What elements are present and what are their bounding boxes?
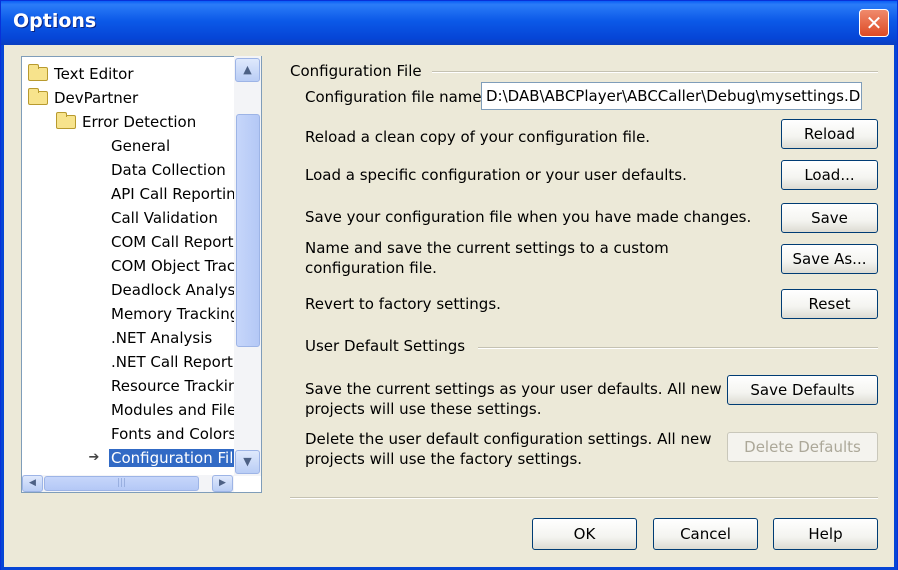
tree-item-label: .NET Call Reportii (111, 353, 234, 371)
reload-description: Reload a clean copy of your configuratio… (305, 128, 651, 146)
tree-item-net-call-reporting[interactable]: .NET Call Reportii (111, 350, 234, 374)
config-file-name-label: Configuration file name (305, 88, 482, 106)
tree-item-label: Text Editor (54, 65, 134, 83)
tree-item-label: Error Detection (82, 113, 197, 131)
tree-item-label: Call Validation (111, 209, 218, 227)
tree-item-net-analysis[interactable]: .NET Analysis (111, 326, 234, 350)
tree-item-com-object-tracking[interactable]: COM Object Trac (111, 254, 234, 278)
close-icon[interactable]: ✕ (859, 9, 889, 37)
tree-item-label: Memory Tracking (111, 305, 234, 323)
horizontal-scrollbar-thumb[interactable]: ||| (44, 476, 199, 491)
reload-button[interactable]: Reload (781, 119, 878, 149)
tree-item-resource-tracking[interactable]: Resource Trackin (111, 374, 234, 398)
delete-defaults-button[interactable]: Delete Defaults (727, 432, 878, 462)
scroll-up-icon[interactable]: ▲ (235, 58, 260, 82)
reset-button[interactable]: Reset (781, 289, 878, 319)
load-button[interactable]: Load... (781, 160, 878, 190)
save-as-description-line: Name and save the current settings to a … (305, 239, 669, 257)
tree-item-fonts-and-colors[interactable]: Fonts and Colors (111, 422, 234, 446)
config-file-name-field[interactable]: D:\DAB\ABCPlayer\ABCCaller\Debug\mysetti… (481, 82, 862, 110)
open-folder-icon (56, 112, 76, 129)
title-bar: Options ✕ (1, 1, 897, 45)
tree-item-label: Fonts and Colors (111, 425, 234, 443)
tree-item-label: COM Object Trac (111, 257, 234, 275)
tree-item-text-editor[interactable]: Text Editor (28, 62, 238, 86)
delete-defaults-description: Delete the user default configuration se… (305, 429, 725, 469)
group-divider (478, 347, 878, 349)
arrow-right-icon: ➔ (88, 450, 100, 465)
tree-item-api-call-reporting[interactable]: API Call Reportin (111, 182, 234, 206)
load-description: Load a specific configuration or your us… (305, 166, 687, 184)
scrollbar-thumb[interactable] (236, 114, 260, 347)
save-defaults-description-line: projects will use these settings. (305, 400, 542, 418)
dialog-title: Options (13, 10, 97, 32)
tree-item-general[interactable]: General (111, 134, 234, 158)
open-folder-icon (28, 88, 48, 105)
footer-divider (290, 497, 878, 499)
tree-item-label: Modules and Files (111, 401, 234, 419)
tree-item-call-validation[interactable]: Call Validation (111, 206, 234, 230)
save-button[interactable]: Save (781, 203, 878, 233)
save-as-button[interactable]: Save As... (781, 244, 878, 274)
tree-item-deadlock-analysis[interactable]: Deadlock Analysis (111, 278, 234, 302)
tree-item-label: Configuration File (109, 449, 234, 467)
tree-item-label: General (111, 137, 171, 155)
tree-item-label: Deadlock Analysis (111, 281, 234, 299)
ok-button[interactable]: OK (532, 518, 637, 550)
scroll-left-icon[interactable]: ◀ (22, 475, 43, 492)
tree-item-configuration-file[interactable]: Configuration File (109, 446, 234, 470)
save-defaults-description-line: Save the current settings as your user d… (305, 380, 722, 398)
tree-item-label: Resource Trackin (111, 377, 234, 395)
save-as-description: Name and save the current settings to a … (305, 238, 755, 278)
tree-item-label: DevPartner (54, 89, 139, 107)
scroll-right-icon[interactable]: ▶ (212, 475, 233, 492)
scroll-down-icon[interactable]: ▼ (235, 450, 260, 474)
tree-item-label: .NET Analysis (111, 329, 213, 347)
folder-icon (28, 64, 48, 81)
tree-item-devpartner[interactable]: DevPartner (28, 86, 238, 110)
save-defaults-description: Save the current settings as your user d… (305, 379, 725, 419)
save-description: Save your configuration file when you ha… (305, 208, 752, 226)
group-title-user-default-settings: User Default Settings (305, 337, 466, 355)
save-defaults-button[interactable]: Save Defaults (727, 375, 878, 405)
tree-item-label: COM Call Reportii (111, 233, 234, 251)
tree-item-error-detection[interactable]: Error Detection (56, 110, 241, 134)
tree-item-memory-tracking[interactable]: Memory Tracking (111, 302, 234, 326)
cancel-button[interactable]: Cancel (653, 518, 758, 550)
help-button[interactable]: Help (773, 518, 878, 550)
reset-description: Revert to factory settings. (305, 295, 501, 313)
tree-item-modules-and-files[interactable]: Modules and Files (111, 398, 234, 422)
delete-defaults-description-line: Delete the user default configuration se… (305, 430, 712, 448)
tree-item-com-call-reporting[interactable]: COM Call Reportii (111, 230, 234, 254)
tree-item-label: API Call Reportin (111, 185, 234, 203)
save-as-description-line: configuration file. (305, 259, 437, 277)
delete-defaults-description-line: projects will use the factory settings. (305, 450, 583, 468)
group-divider (432, 71, 878, 73)
tree-item-label: Data Collection (111, 161, 226, 179)
group-title-configuration-file: Configuration File (290, 62, 422, 80)
options-tree[interactable]: Text Editor DevPartner Error Detection G… (21, 56, 262, 493)
tree-item-data-collection[interactable]: Data Collection (111, 158, 234, 182)
options-dialog: Options ✕ Text Editor DevPartner Error D… (0, 0, 898, 570)
